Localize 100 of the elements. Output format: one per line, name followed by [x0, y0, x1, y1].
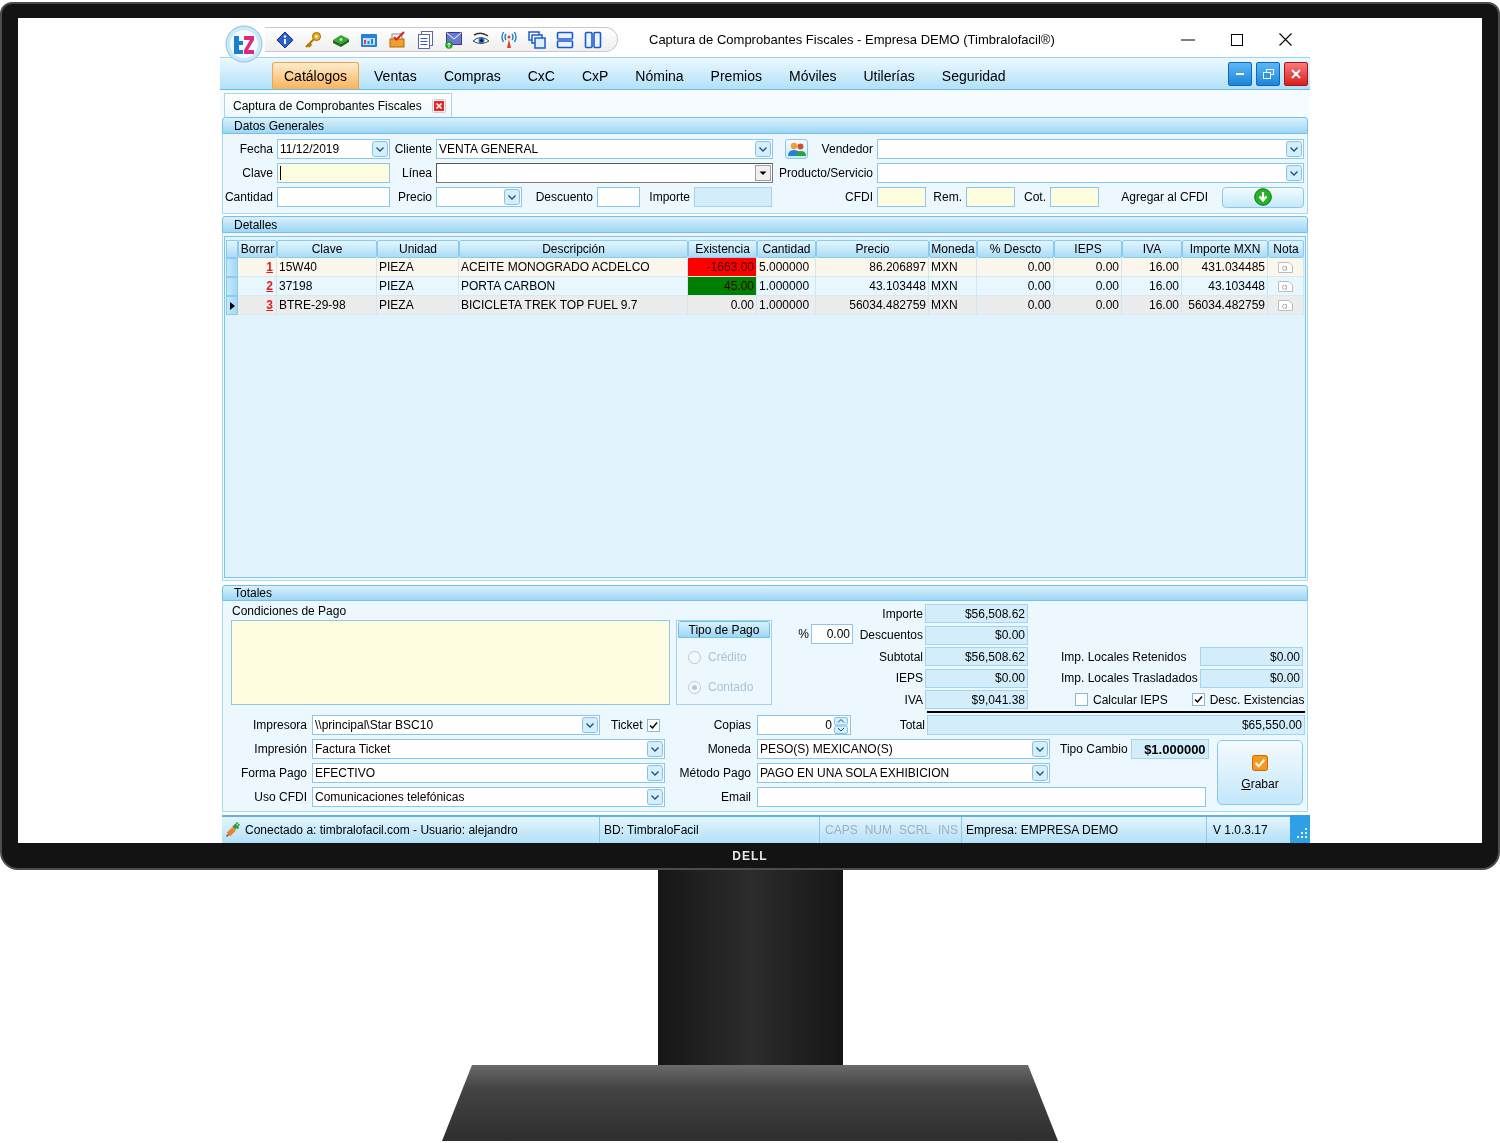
- cfdi-use-dropdown[interactable]: Comunicaciones telefónicas: [312, 787, 665, 807]
- customer-dropdown[interactable]: VENTA GENERAL: [436, 139, 773, 159]
- payment-form-dropdown[interactable]: EFECTIVO: [312, 763, 665, 783]
- amount-field[interactable]: [694, 187, 772, 207]
- key-indicator: CAPS: [825, 823, 858, 837]
- printer-dropdown[interactable]: \\principal\Star BSC10: [312, 715, 600, 735]
- close-button[interactable]: [1284, 61, 1308, 86]
- menu-item[interactable]: Nómina: [623, 62, 696, 89]
- table-row[interactable]: 3 BTRE-29-98 PIEZA BICICLETA TREK TOP FUEL 9.7 0.00 1.000000 56034.482759 MXN 0.00 0.00 16.00 56034.482759: [226, 296, 1304, 315]
- column-header[interactable]: IVA: [1122, 240, 1182, 258]
- checkbox-label: Calcular IEPS: [1093, 692, 1168, 707]
- document-tab[interactable]: Captura de Comprobantes Fiscales: [224, 93, 452, 117]
- cfdi-input[interactable]: [877, 187, 926, 207]
- column-header[interactable]: IEPS: [1054, 240, 1122, 258]
- column-header[interactable]: Unidad: [377, 240, 459, 258]
- remission-input[interactable]: [966, 187, 1015, 207]
- amount-display: $0.00: [1200, 668, 1303, 688]
- cascade-windows-icon[interactable]: [528, 30, 546, 49]
- discount-percent-input[interactable]: 0.00: [811, 624, 853, 644]
- field-label: Uso CFDI: [254, 790, 307, 804]
- quantity-input[interactable]: [277, 187, 390, 207]
- currency-dropdown[interactable]: PESO(S) MEXICANO(S): [757, 739, 1050, 759]
- customers-button[interactable]: [785, 139, 808, 159]
- total-display: $65,550.00: [927, 715, 1305, 735]
- line-dropdown[interactable]: [436, 163, 773, 183]
- mail-icon[interactable]: [444, 30, 462, 49]
- column-header[interactable]: % Descto: [977, 240, 1054, 258]
- column-header[interactable]: Existencia: [688, 240, 757, 258]
- minimize-button[interactable]: [1228, 61, 1252, 86]
- payment-method-dropdown[interactable]: PAGO EN UNA SOLA EXHIBICION: [757, 763, 1050, 783]
- table-cell: 56034.482759: [816, 296, 929, 315]
- field-label: Cantidad: [224, 190, 273, 204]
- field-label: Producto/Servicio: [778, 166, 873, 180]
- app-logo-icon[interactable]: [225, 25, 263, 63]
- field-label: Email: [721, 790, 751, 804]
- window-title: Captura de Comprobantes Fiscales - Empresa DEMO (Timbralofacil®): [649, 32, 1055, 47]
- checkbox[interactable]: [646, 718, 660, 732]
- close-icon: [1279, 33, 1292, 46]
- amount-display: $0.00: [925, 625, 1028, 645]
- table-cell: 1.000000: [757, 296, 816, 315]
- menu-item[interactable]: Móviles: [776, 62, 849, 89]
- field-label: IVA: [904, 692, 923, 707]
- resize-grip-icon[interactable]: [1290, 815, 1310, 843]
- copies-spinner[interactable]: 0: [757, 715, 851, 735]
- add-button[interactable]: [1222, 186, 1304, 208]
- column-header[interactable]: Precio: [816, 240, 929, 258]
- table-cell: BTRE-29-98: [277, 296, 377, 315]
- menu-item[interactable]: CxC: [515, 62, 567, 89]
- info-icon[interactable]: [276, 30, 294, 49]
- column-header[interactable]: Cantidad: [757, 240, 816, 258]
- status-text: BD: TimbraloFacil: [604, 823, 699, 837]
- column-header[interactable]: Borrar: [238, 240, 277, 258]
- field-label: Tipo Cambio: [1060, 742, 1128, 756]
- antenna-icon[interactable]: [500, 30, 518, 49]
- discount-input[interactable]: [597, 187, 640, 207]
- print-format-dropdown[interactable]: Factura Ticket: [312, 739, 665, 759]
- column-header[interactable]: Clave: [277, 240, 377, 258]
- radio-label: Contado: [708, 680, 754, 694]
- menu-item[interactable]: Utilerías: [851, 62, 927, 89]
- restore-button[interactable]: [1256, 61, 1280, 86]
- restore-icon: [1262, 68, 1274, 79]
- menu-item[interactable]: Compras: [431, 62, 513, 89]
- column-header[interactable]: Descripción: [459, 240, 688, 258]
- field-label: Imp. Locales Retenidos: [1061, 649, 1187, 664]
- code-input-field[interactable]: [277, 163, 390, 183]
- table-row[interactable]: 1 15W40 PIEZA ACEITE MONOGRADO ACDELCO -1663.00 5.000000 86.206897 MXN 0.00 0.00 16.00 431.034485: [226, 258, 1304, 277]
- checkbox[interactable]: [1191, 693, 1205, 706]
- column-header[interactable]: Importe MXN: [1182, 240, 1268, 258]
- menu-item[interactable]: CxP: [569, 62, 621, 89]
- tile-horizontal-icon[interactable]: [556, 30, 574, 49]
- checkbox[interactable]: [1075, 693, 1088, 706]
- delete-row-link[interactable]: 2: [266, 279, 274, 293]
- checked-box-icon[interactable]: [388, 30, 406, 49]
- save-button[interactable]: Grabar: [1217, 740, 1303, 805]
- key-icon[interactable]: [304, 30, 322, 49]
- documents-icon[interactable]: [416, 30, 434, 49]
- row-selector[interactable]: [226, 296, 238, 315]
- column-header[interactable]: Nota: [1268, 240, 1304, 258]
- field-label: Precio: [398, 190, 432, 204]
- tile-vertical-icon[interactable]: [584, 30, 602, 49]
- close-icon[interactable]: [431, 98, 446, 113]
- quote-input[interactable]: [1050, 187, 1099, 207]
- email-input[interactable]: [757, 787, 1206, 807]
- delete-row-link[interactable]: 3: [266, 298, 274, 312]
- field-label: Método Pago: [679, 766, 751, 780]
- menu-item[interactable]: Ventas: [362, 62, 429, 89]
- users-icon: [786, 141, 807, 157]
- delete-row-link[interactable]: 1: [266, 260, 274, 274]
- spin-arrows-icon[interactable]: [834, 716, 848, 734]
- stock-cell: -1663.00: [688, 258, 757, 277]
- stock-cell: 45.00: [688, 277, 757, 296]
- menu-item[interactable]: Seguridad: [929, 62, 1018, 89]
- status-text: Empresa: EMPRESA DEMO: [966, 823, 1119, 837]
- checkmark-icon: [1252, 754, 1268, 771]
- date-dropdown[interactable]: 11/12/2019: [277, 139, 390, 159]
- table-row[interactable]: 2 37198 PIEZA PORTA CARBON 45.00 1.000000 43.103448 MXN 0.00 0.00 16.00 43.103448: [226, 277, 1304, 296]
- menu-item[interactable]: Premios: [698, 62, 774, 89]
- menu-item[interactable]: Catálogos: [272, 62, 360, 89]
- column-header[interactable]: Moneda: [929, 240, 977, 258]
- field-label: Línea: [401, 166, 432, 180]
